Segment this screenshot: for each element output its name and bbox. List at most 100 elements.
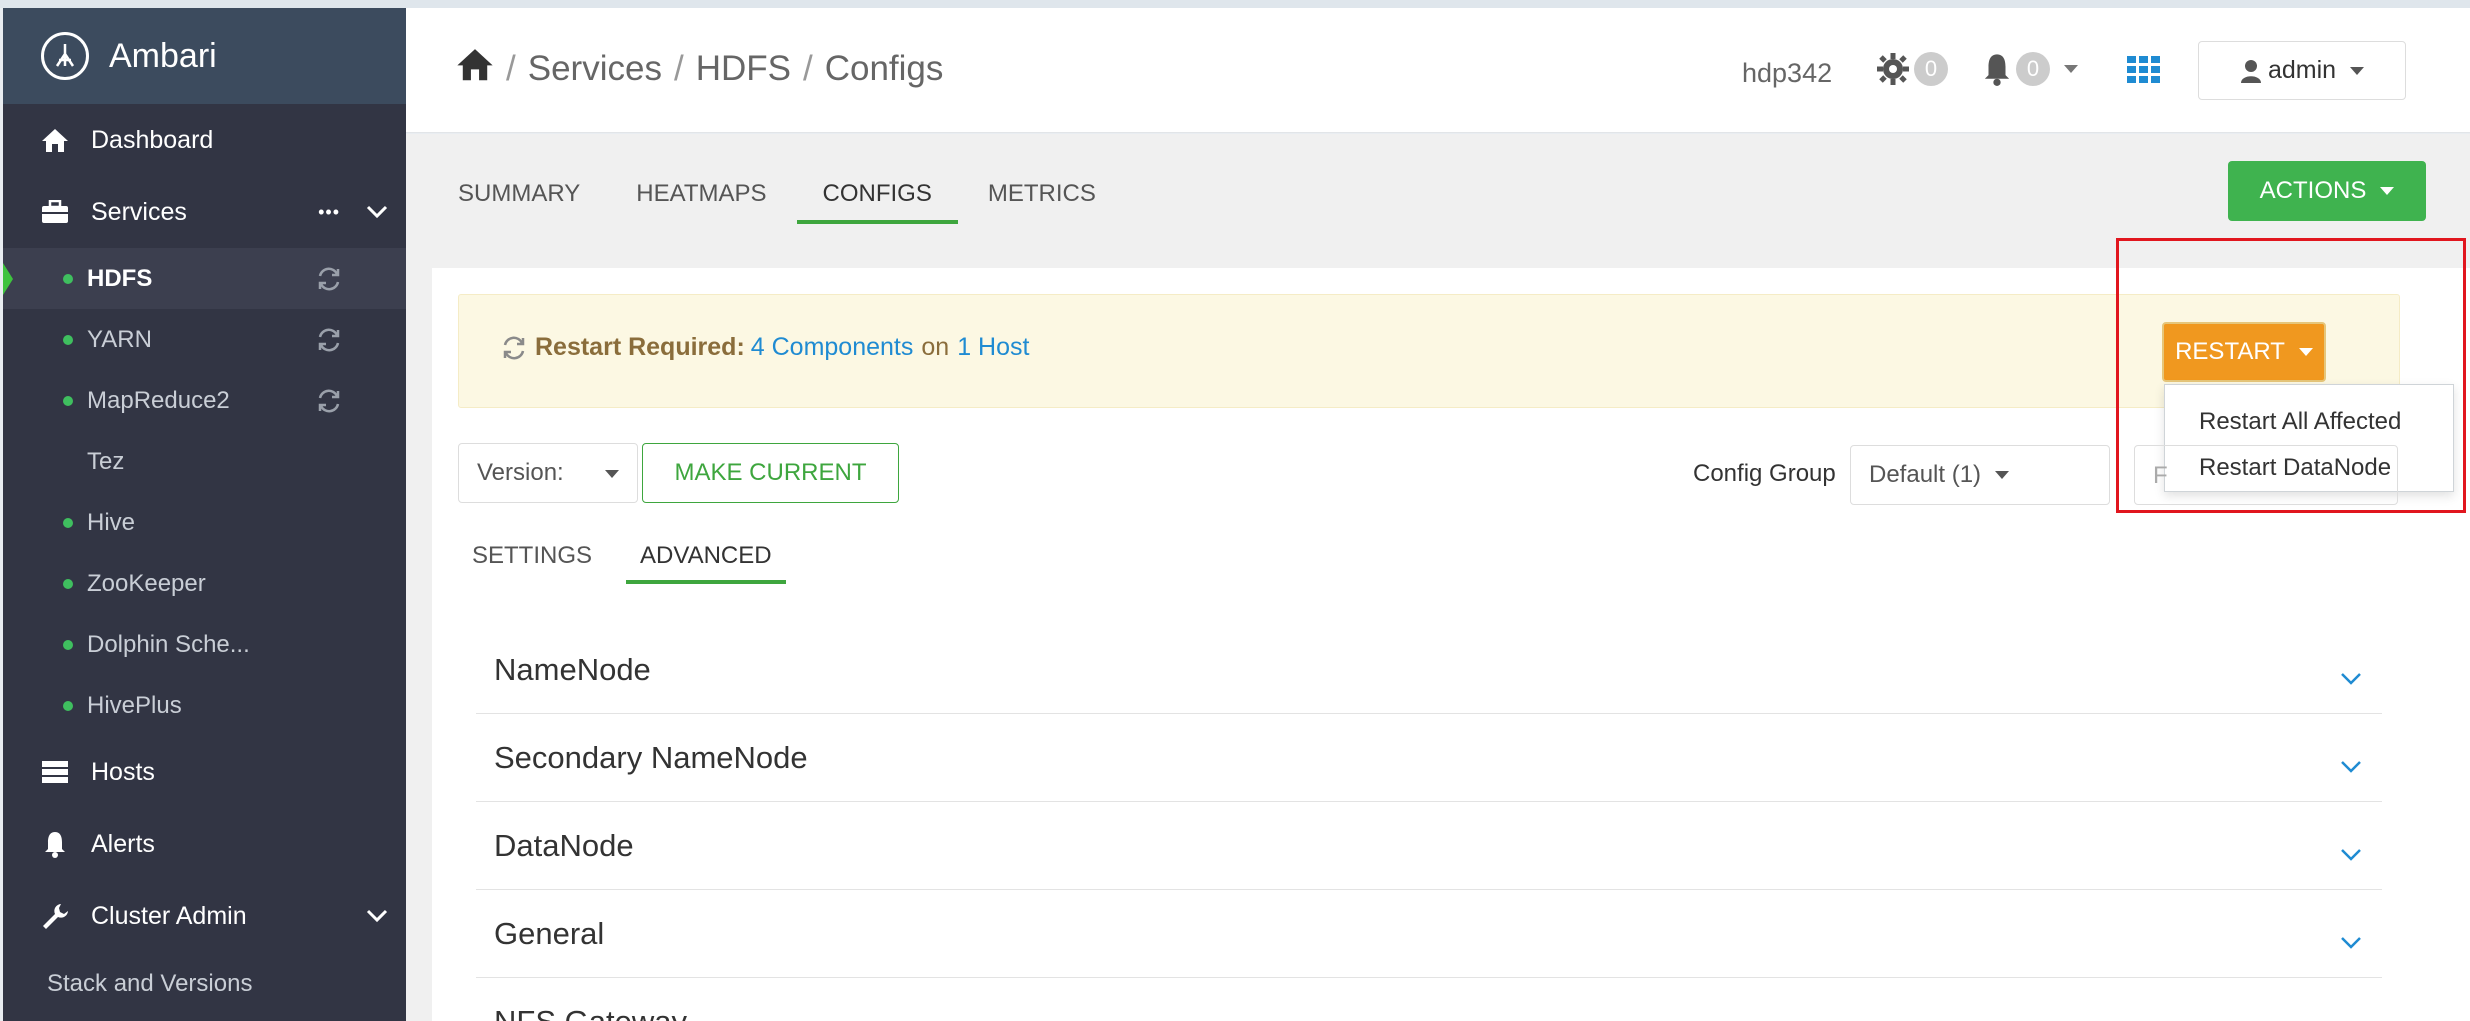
user-icon	[2240, 59, 2261, 83]
ops-count-badge: 0	[1914, 52, 1948, 86]
sidebar-service-mapreduce2[interactable]: MapReduce2	[3, 370, 406, 431]
status-dot	[63, 273, 73, 284]
breadcrumb-hdfs[interactable]: HDFS	[696, 49, 791, 89]
window-top-strip	[0, 0, 2470, 8]
nav-alerts-label: Alerts	[91, 829, 155, 858]
alert-on-text: on	[921, 333, 950, 361]
brand-bar[interactable]: Ambari	[3, 8, 406, 104]
chevron-down-icon	[2340, 922, 2362, 958]
tab-summary[interactable]: SUMMARY	[458, 180, 606, 224]
version-label: Version:	[477, 459, 564, 486]
service-label: HivePlus	[87, 691, 182, 719]
components-link[interactable]: 4 Components	[751, 333, 914, 362]
service-tabs: SUMMARY HEATMAPS CONFIGS METRICS	[458, 180, 1126, 224]
config-group-label: Config Group	[1693, 460, 1836, 487]
sidebar: Ambari Dashboard Services ••• HDFS YARN Ma…	[3, 8, 406, 1021]
nav-dashboard[interactable]: Dashboard	[3, 104, 406, 176]
sidebar-service-yarn[interactable]: YARN	[3, 309, 406, 370]
nav-cluster-admin-label: Cluster Admin	[91, 901, 247, 930]
host-link[interactable]: 1 Host	[957, 333, 1029, 362]
refresh-icon	[316, 266, 342, 299]
restart-required-alert: Restart Required: 4 Components on 1 Host	[458, 294, 2400, 408]
caret-down-icon	[605, 470, 619, 478]
config-section-nfs-gateway[interactable]: NFS Gateway	[476, 978, 2382, 1021]
server-icon	[39, 756, 71, 788]
nav-alerts[interactable]: Alerts	[3, 808, 406, 880]
breadcrumb-configs: Configs	[824, 48, 944, 88]
status-dot	[63, 639, 73, 650]
chevron-down-icon[interactable]	[366, 909, 388, 923]
tab-metrics[interactable]: METRICS	[962, 180, 1122, 224]
home-icon	[39, 124, 71, 156]
breadcrumb: / Services / HDFS / Configs	[456, 46, 943, 91]
breadcrumb-separator: /	[673, 48, 684, 88]
section-title: NFS Gateway	[494, 1003, 687, 1021]
restart-required-label: Restart Required:	[535, 333, 745, 361]
actions-button[interactable]: ACTIONS	[2228, 161, 2426, 221]
service-label: Dolphin Sche...	[87, 630, 250, 658]
tab-settings[interactable]: SETTINGS	[472, 542, 606, 584]
config-section-secondary-namenode[interactable]: Secondary NameNode	[476, 714, 2382, 802]
background-ops-indicator[interactable]: 0	[1876, 52, 1948, 86]
top-header: / Services / HDFS / Configs hdp342 0 0 a…	[406, 8, 2470, 133]
breadcrumb-separator: /	[802, 48, 813, 88]
status-dot	[63, 334, 73, 345]
ambari-logo-icon	[41, 32, 89, 80]
service-list: HDFS YARN MapReduce2 Tez Hive ZooKeeper Dolphi…	[3, 248, 406, 736]
bell-icon	[39, 828, 71, 860]
nav-services-label: Services	[91, 197, 187, 226]
caret-down-icon	[2064, 65, 2078, 73]
section-title: General	[494, 915, 605, 951]
home-icon[interactable]	[456, 46, 494, 91]
caret-down-icon	[2350, 66, 2365, 75]
alerts-indicator[interactable]: 0	[1982, 52, 2078, 86]
config-section-datanode[interactable]: DataNode	[476, 802, 2382, 890]
caret-down-icon	[2298, 348, 2313, 356]
restart-button[interactable]: RESTART	[2162, 322, 2326, 382]
actions-label: ACTIONS	[2259, 177, 2367, 204]
tab-configs[interactable]: CONFIGS	[796, 180, 958, 224]
sidebar-service-hive[interactable]: Hive	[3, 492, 406, 553]
sidebar-service-hdfs[interactable]: HDFS	[3, 248, 406, 309]
chevron-down-icon	[2340, 746, 2362, 782]
services-more-icon[interactable]: •••	[318, 202, 340, 223]
filter-input[interactable]: F	[2134, 445, 2398, 505]
status-dot	[63, 395, 73, 406]
caret-down-icon	[2380, 187, 2395, 195]
tab-heatmaps[interactable]: HEATMAPS	[610, 180, 792, 224]
cluster-name: hdp342	[1742, 58, 1833, 88]
nav-dashboard-label: Dashboard	[91, 125, 214, 154]
config-group-select[interactable]: Default (1)	[1850, 445, 2110, 505]
wrench-icon	[39, 900, 71, 932]
service-label: ZooKeeper	[87, 569, 206, 597]
version-select[interactable]: Version:	[458, 443, 638, 503]
nav-hosts[interactable]: Hosts	[3, 736, 406, 808]
user-name: admin	[2267, 56, 2337, 84]
tab-advanced[interactable]: ADVANCED	[626, 542, 786, 584]
chevron-down-icon	[2340, 1010, 2362, 1021]
nav-cluster-admin[interactable]: Cluster Admin	[3, 880, 406, 952]
config-section-general[interactable]: General	[476, 890, 2382, 978]
config-group-value: Default (1)	[1869, 461, 1982, 488]
apps-grid-icon[interactable]	[2127, 56, 2161, 84]
chevron-down-icon[interactable]	[366, 205, 388, 219]
status-dot	[63, 700, 73, 711]
restart-label: RESTART	[2175, 338, 2285, 365]
config-section-namenode[interactable]: NameNode	[476, 626, 2382, 714]
sidebar-service-dolphin-sche-[interactable]: Dolphin Sche...	[3, 614, 406, 675]
nav-services[interactable]: Services •••	[3, 176, 406, 248]
service-label: Tez	[87, 447, 125, 475]
sidebar-service-hiveplus[interactable]: HivePlus	[3, 675, 406, 736]
config-sections: NameNode Secondary NameNode DataNode Genera…	[476, 626, 2382, 1021]
nav-stack-versions[interactable]: Stack and Versions	[3, 952, 406, 1016]
user-menu-button[interactable]: admin	[2198, 41, 2406, 100]
breadcrumb-services[interactable]: Services	[528, 49, 662, 89]
briefcase-icon	[39, 196, 71, 228]
config-subtabs: SETTINGS ADVANCED	[472, 542, 806, 584]
service-label: HDFS	[87, 264, 153, 292]
sidebar-service-zookeeper[interactable]: ZooKeeper	[3, 553, 406, 614]
service-label: MapReduce2	[87, 386, 230, 414]
sidebar-service-tez[interactable]: Tez	[3, 431, 406, 492]
menu-restart-all-affected[interactable]: Restart All Affected	[2165, 399, 2453, 445]
make-current-button[interactable]: MAKE CURRENT	[642, 443, 899, 503]
